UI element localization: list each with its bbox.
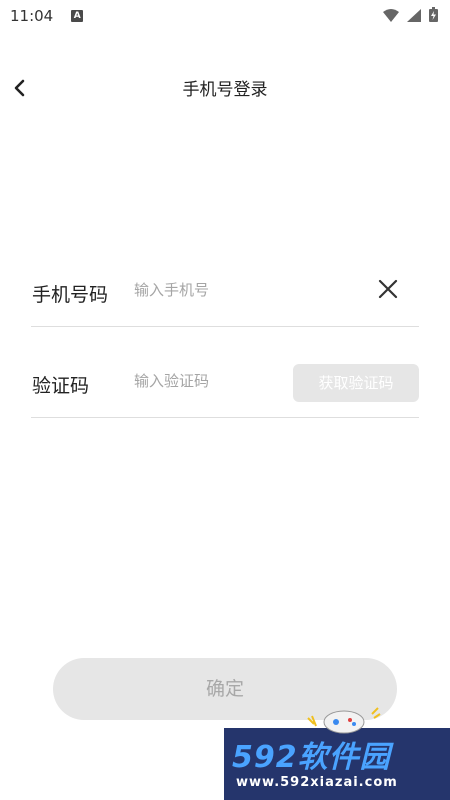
page-title: 手机号登录 (182, 80, 268, 100)
clear-phone-button[interactable] (375, 278, 401, 304)
wifi-icon (383, 7, 399, 26)
watermark-brand: 592软件园 (232, 740, 391, 775)
a-icon: A (71, 10, 84, 22)
code-label: 验证码 (32, 375, 90, 397)
status-left: 11:04 A (10, 7, 84, 25)
phone-label: 手机号码 (32, 284, 109, 306)
watermark-url: www.592xiazai.com (236, 775, 398, 790)
status-time: 11:04 (10, 7, 54, 25)
phone-input[interactable] (134, 274, 334, 306)
gamepad-mascot-icon (306, 704, 382, 734)
get-code-button[interactable]: 获取验证码 (293, 364, 419, 402)
code-row: 验证码 获取验证码 (31, 353, 419, 418)
header: 手机号登录 (0, 68, 450, 112)
status-bar: 11:04 A (0, 0, 450, 32)
status-right (383, 6, 438, 26)
signal-icon (407, 7, 421, 26)
battery-icon (429, 6, 438, 26)
phone-row: 手机号码 (31, 262, 419, 327)
close-icon (378, 279, 398, 303)
